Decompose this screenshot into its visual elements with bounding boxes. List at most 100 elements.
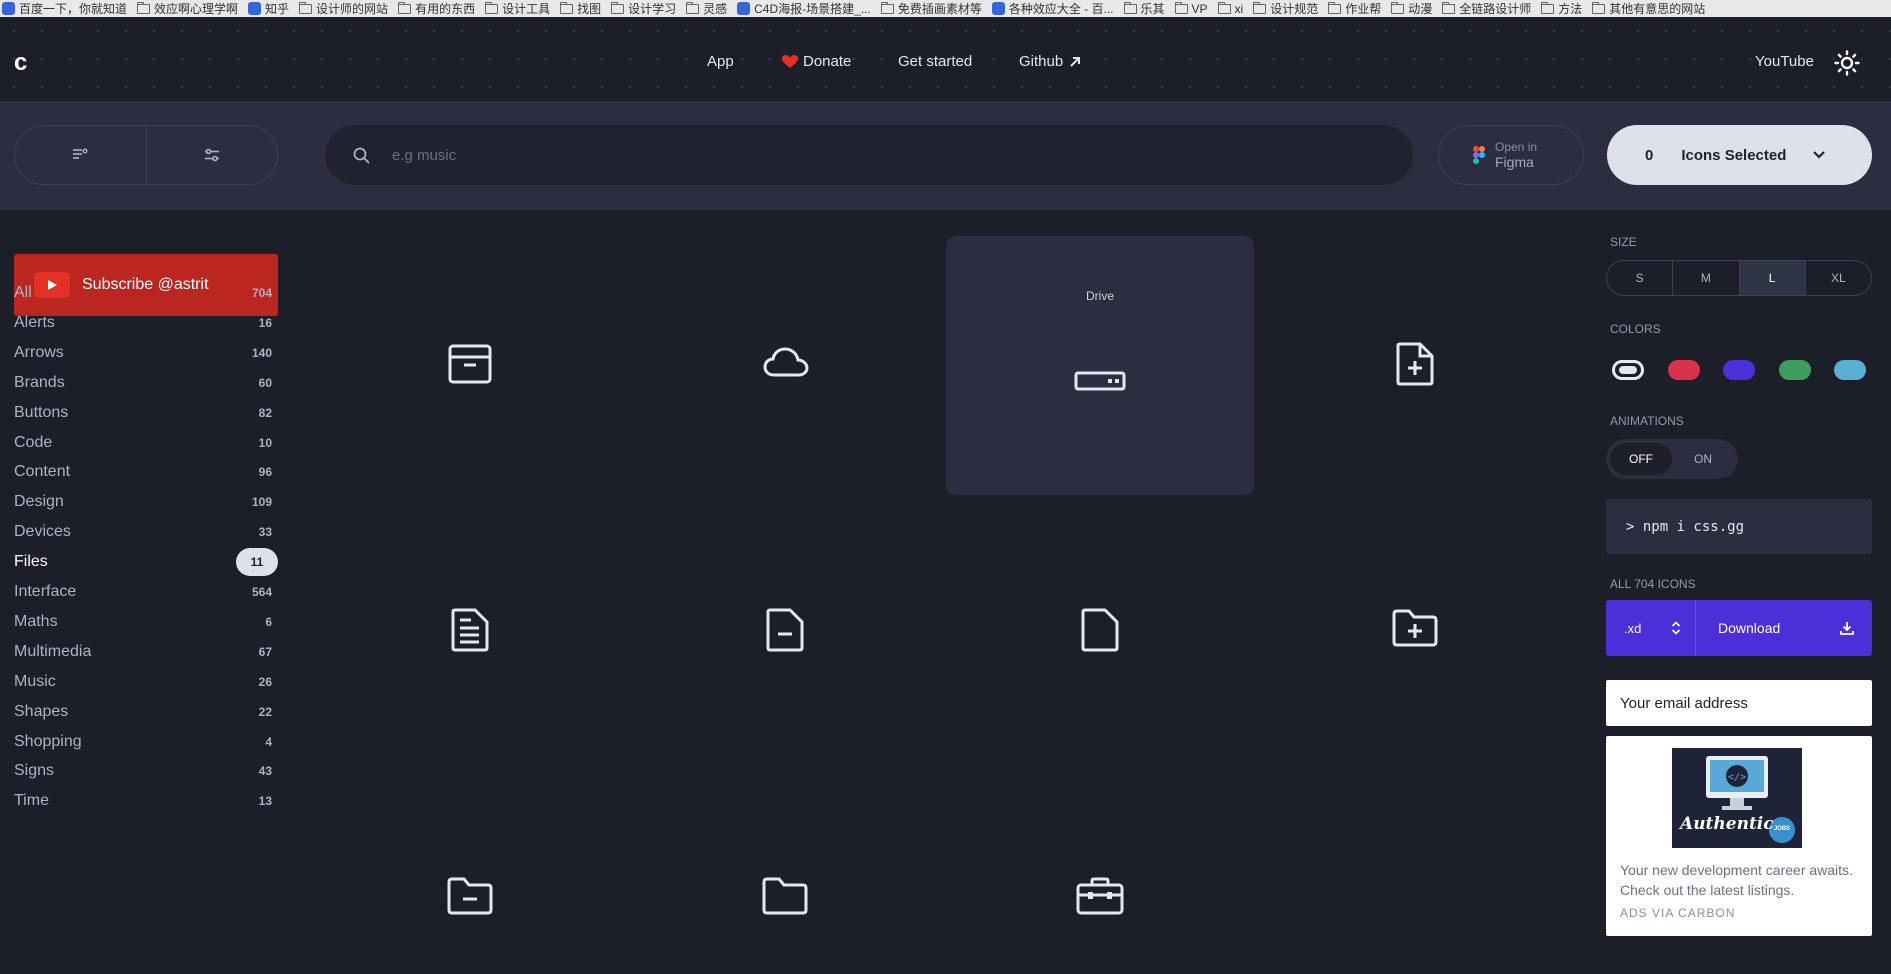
sidebar-item-maths[interactable]: Maths 6 <box>14 608 278 636</box>
download-button[interactable]: Download <box>1696 600 1872 656</box>
bookmark-item[interactable]: 其他有意思的网站 <box>1592 0 1705 17</box>
sidebar-item-shapes[interactable]: Shapes 22 <box>14 698 278 726</box>
color-option[interactable] <box>1834 360 1866 380</box>
sidebar-item-design[interactable]: Design 109 <box>14 488 278 516</box>
bookmark-item[interactable]: 找图 <box>560 0 601 17</box>
sidebar-item-devices[interactable]: Devices 33 <box>14 518 278 546</box>
icon-card-drive[interactable]: Drive <box>946 236 1254 495</box>
sidebar-item-all[interactable]: All 704 <box>14 279 278 307</box>
animation-off-button[interactable]: OFF <box>1610 443 1672 475</box>
sidebar-item-buttons[interactable]: Buttons 82 <box>14 399 278 427</box>
sidebar-item-time[interactable]: Time 13 <box>14 787 278 815</box>
format-select[interactable]: .xd <box>1606 600 1696 656</box>
sidebar-item-multimedia[interactable]: Multimedia 67 <box>14 638 278 666</box>
sidebar-item-count: 704 <box>251 286 272 300</box>
open-in-figma-button[interactable]: Open in Figma <box>1438 125 1584 185</box>
list-view-button[interactable] <box>15 126 147 184</box>
bookmark-item[interactable]: 知乎 <box>248 0 289 17</box>
color-option[interactable] <box>1778 360 1811 380</box>
ad-text[interactable]: Your new development career awaits. Chec… <box>1620 860 1860 900</box>
sidebar-item-count: 10 <box>258 435 272 450</box>
bookmark-item[interactable]: 乐其 <box>1123 0 1165 17</box>
grid-item-file-add[interactable] <box>1385 334 1445 394</box>
sidebar-item-content[interactable]: Content 96 <box>14 458 278 486</box>
email-input[interactable] <box>1620 694 1860 712</box>
sidebar-item-count: 82 <box>258 405 272 420</box>
search-bar[interactable] <box>325 125 1413 185</box>
grid-item-folder[interactable] <box>755 866 815 926</box>
bookmark-item[interactable]: 作业帮 <box>1328 0 1381 17</box>
sidebar-item-code[interactable]: Code 10 <box>14 429 278 457</box>
bookmark-item[interactable]: 全链路设计师 <box>1442 0 1531 17</box>
animation-toggle: OFF ON <box>1606 439 1738 479</box>
carbon-ad[interactable]: </> Authentic JOBS Your new development … <box>1606 736 1872 936</box>
size-option-xl[interactable]: XL <box>1806 261 1871 295</box>
color-option[interactable] <box>1667 360 1700 380</box>
size-option-l[interactable]: L <box>1739 261 1806 295</box>
sidebar-item-arrows[interactable]: Arrows 140 <box>14 339 278 367</box>
bookmark-item[interactable]: 有用的东西 <box>398 0 475 17</box>
grid-item-file-remove[interactable] <box>755 600 815 660</box>
bookmark-label: VP <box>1191 1 1208 16</box>
grid-item-toolbox[interactable] <box>1070 866 1130 926</box>
bookmark-item[interactable]: xi <box>1217 1 1243 16</box>
sidebar-item-music[interactable]: Music 26 <box>14 668 278 696</box>
color-option[interactable] <box>1612 360 1644 380</box>
sidebar-item-interface[interactable]: Interface 564 <box>14 578 278 606</box>
bookmark-item[interactable]: 设计师的网站 <box>299 0 388 17</box>
sidebar-item-count: 43 <box>258 764 272 779</box>
grid-item-cloud[interactable] <box>756 332 816 392</box>
bookmark-item[interactable]: 效应啊心理学啊 <box>137 0 238 17</box>
top-nav: c App Donate Get started Github YouTube <box>0 17 1891 101</box>
nav-youtube-link[interactable]: YouTube <box>1755 53 1814 70</box>
sidebar-item-label: Music <box>14 672 56 690</box>
grid-item-file-document[interactable] <box>440 600 500 660</box>
bookmark-item[interactable]: 免费插画素材等 <box>880 0 982 17</box>
bookmark-item[interactable]: 百度一下，你就知道 <box>2 0 127 17</box>
nav-get-started-link[interactable]: Get started <box>898 53 972 70</box>
ad-image[interactable]: </> Authentic JOBS <box>1672 748 1802 848</box>
npm-command[interactable]: > npm i css.gg <box>1606 499 1872 554</box>
bookmark-item[interactable]: 各种效应大全 - 百... <box>991 0 1114 17</box>
folder-icon <box>1592 1 1606 14</box>
icons-selected-dropdown[interactable]: 0 Icons Selected <box>1607 125 1872 185</box>
sidebar-item-alerts[interactable]: Alerts 16 <box>14 309 278 337</box>
size-option-m[interactable]: M <box>1673 261 1740 295</box>
email-field[interactable] <box>1606 680 1872 726</box>
bookmark-item[interactable]: C4D海报-场景搭建_... <box>737 0 871 17</box>
sidebar-item-files[interactable]: Files 11 <box>14 548 278 577</box>
bookmark-item[interactable]: 设计学习 <box>611 0 676 17</box>
cloud-icon <box>763 347 809 377</box>
nav-app-link[interactable]: App <box>707 53 734 70</box>
sidebar-item-brands[interactable]: Brands 60 <box>14 369 278 397</box>
svg-text:</>: </> <box>1728 772 1746 783</box>
grid-item-folder-remove[interactable] <box>440 866 500 926</box>
bookmark-label: 设计规范 <box>1270 2 1319 16</box>
nav-github-link[interactable]: Github <box>1019 53 1082 70</box>
file-remove-icon <box>766 608 804 652</box>
grid-item-folder-add[interactable] <box>1385 598 1445 658</box>
bookmark-item[interactable]: 设计规范 <box>1253 0 1318 17</box>
bookmark-item[interactable]: 设计工具 <box>485 0 550 17</box>
grid-item-file[interactable] <box>1070 600 1130 660</box>
logo[interactable]: c <box>14 51 34 75</box>
color-option[interactable] <box>1723 360 1755 380</box>
animation-on-button[interactable]: ON <box>1672 443 1734 475</box>
animations-title: ANIMATIONS <box>1610 414 1684 428</box>
ad-attribution[interactable]: ADS VIA CARBON <box>1620 906 1735 920</box>
bookmark-item[interactable]: 动漫 <box>1391 0 1432 17</box>
search-input[interactable] <box>392 146 1292 164</box>
grid-item-box[interactable] <box>440 334 500 394</box>
nav-donate-link[interactable]: Donate <box>782 53 851 70</box>
sidebar-item-count: 22 <box>258 704 272 719</box>
bookmark-item[interactable]: VP <box>1174 1 1208 16</box>
size-option-s[interactable]: S <box>1607 261 1674 295</box>
sidebar-item-shopping[interactable]: Shopping 4 <box>14 728 278 756</box>
sun-icon[interactable] <box>1834 50 1860 76</box>
bookmark-item[interactable]: 灵感 <box>686 0 727 17</box>
bookmark-item[interactable]: 方法 <box>1541 0 1582 17</box>
filter-button[interactable] <box>147 126 278 184</box>
folder-icon <box>398 1 412 14</box>
sidebar-item-signs[interactable]: Signs 43 <box>14 757 278 785</box>
folder-icon <box>299 1 313 14</box>
